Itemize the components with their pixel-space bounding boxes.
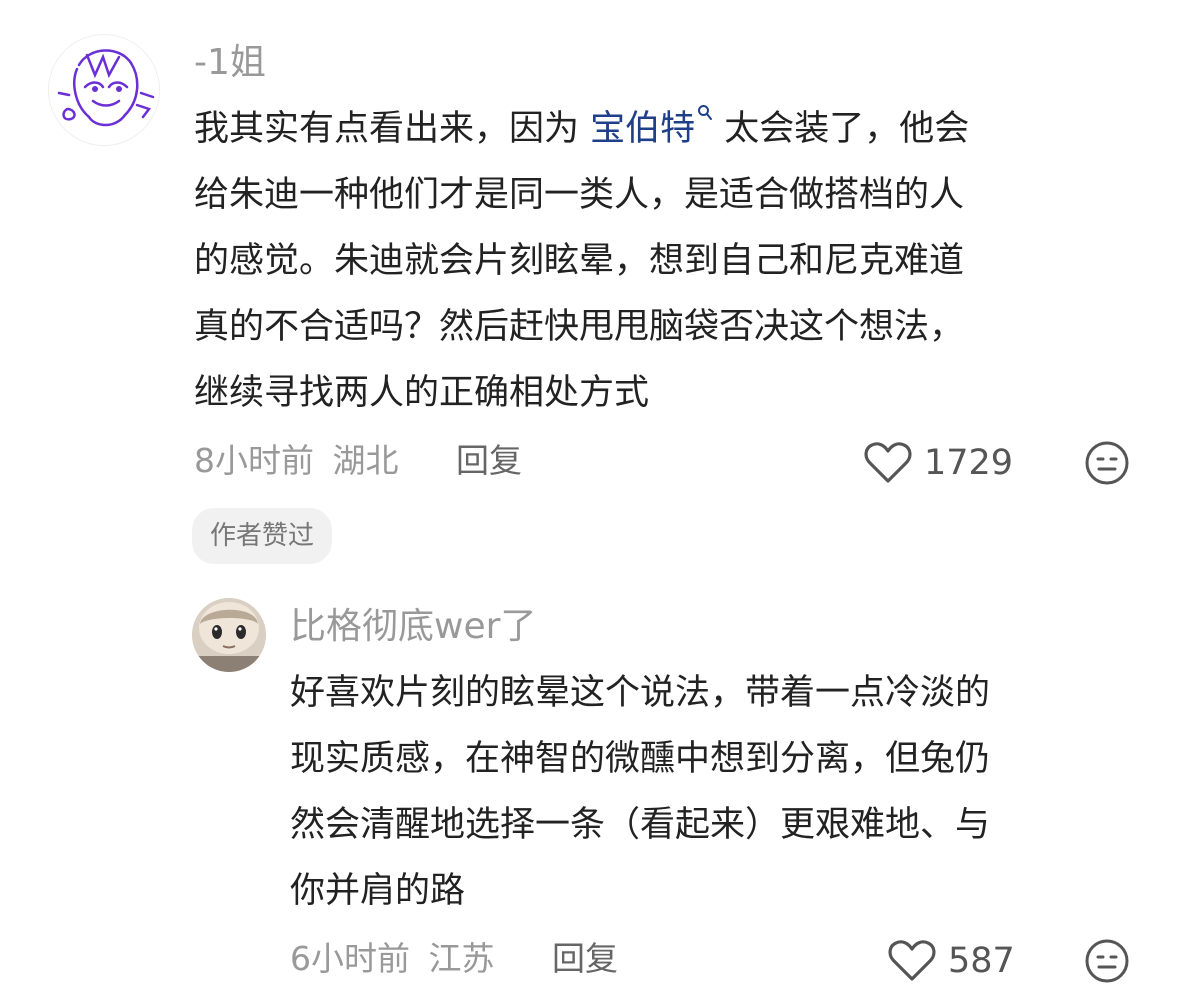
comment-username[interactable]: -1姐 <box>194 40 266 86</box>
comment-text: 我其实有点看出来，因为 宝伯特 太会装了，他会 给朱迪一种他们才是同一类人，是适… <box>194 96 969 426</box>
comment-text-line: 继续寻找两人的正确相处方式 <box>194 373 650 413</box>
avatar[interactable] <box>192 598 266 672</box>
comment-text-line: 我其实有点看出来，因为 宝伯特 太会装了，他会 <box>194 96 969 162</box>
dislike-button[interactable] <box>1084 440 1130 490</box>
meh-face-icon <box>1085 441 1129 485</box>
comment-text-line: 现实质感，在神智的微醺中想到分离，但兔仍 <box>290 739 991 779</box>
comment-text-line: 你并肩的路 <box>290 871 466 911</box>
avatar-illustration <box>192 598 266 672</box>
comment-text-line: 然会清醒地选择一条（看起来）更艰难地、与 <box>290 805 991 845</box>
like-count: 1729 <box>924 443 1014 483</box>
comment-time: 6小时前 <box>290 939 410 978</box>
author-liked-badge: 作者赞过 <box>192 508 333 564</box>
comment-text-segment: 我其实有点看出来，因为 <box>194 109 591 149</box>
comment-location: 湖北 <box>332 441 399 480</box>
like-button[interactable]: 1729 <box>864 440 1013 486</box>
heart-outline-icon <box>864 442 912 483</box>
avatar[interactable] <box>48 34 160 146</box>
comment-text-segment: 太会装了，他会 <box>713 109 970 149</box>
avatar-illustration <box>49 35 159 145</box>
comment-text-line: 的感觉。朱迪就会片刻眩晕，想到自己和尼克难道 <box>194 241 965 281</box>
meh-face-icon <box>1085 939 1129 983</box>
like-button[interactable]: 587 <box>888 938 1015 984</box>
comment-text-line: 真的不合适吗？然后赶快甩甩脑袋否决这个想法， <box>194 307 965 347</box>
comment-text: 好喜欢片刻的眩晕这个说法，带着一点冷淡的 现实质感，在神智的微醺中想到分离，但兔… <box>290 660 990 924</box>
comment-text-line: 好喜欢片刻的眩晕这个说法，带着一点冷淡的 <box>290 673 991 713</box>
comment-meta: 6小时前 江苏 <box>290 936 495 982</box>
reply-button[interactable]: 回复 <box>456 438 522 484</box>
search-keyword-link[interactable]: 宝伯特 <box>590 109 695 149</box>
comment-username[interactable]: 比格彻底wer了 <box>290 604 536 650</box>
comment-meta: 8小时前 湖北 <box>194 438 399 484</box>
heart-outline-icon <box>888 940 936 981</box>
like-count: 587 <box>948 941 1015 981</box>
reply-button[interactable]: 回复 <box>552 936 618 982</box>
search-icon[interactable] <box>697 104 713 122</box>
comment-location: 江苏 <box>428 939 495 978</box>
dislike-button[interactable] <box>1084 938 1130 988</box>
comment-time: 8小时前 <box>194 441 314 480</box>
comment-text-line: 给朱迪一种他们才是同一类人，是适合做搭档的人 <box>194 175 965 215</box>
